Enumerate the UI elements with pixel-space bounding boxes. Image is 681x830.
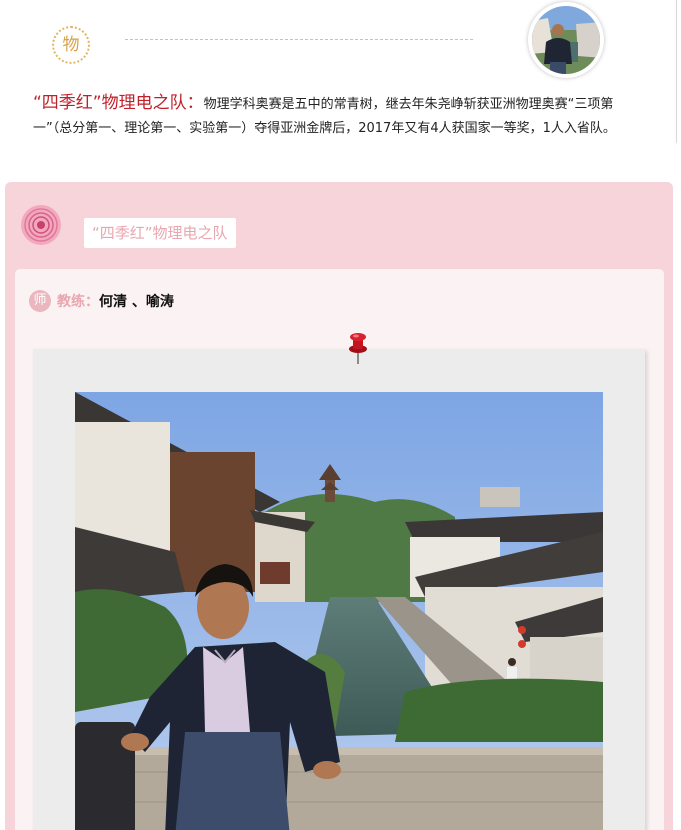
page: 物 “四季红”物理电之队：物理学科奥赛是五中的常青树，继去年朱尧峥斩获亚洲物理奥… [0, 0, 681, 830]
coach-names: 何清 、喻涛 [99, 294, 174, 310]
coach-label: 教练： [57, 294, 99, 310]
dashed-divider [125, 39, 473, 40]
page-edge-line [676, 0, 677, 143]
intro-paragraph: “四季红”物理电之队：物理学科奥赛是五中的常青树，继去年朱尧峥斩获亚洲物理奥赛“… [33, 91, 648, 141]
avatar [528, 2, 604, 78]
push-pin-icon [349, 333, 367, 364]
canal-town-photo [75, 392, 603, 830]
intro-lead: “四季红”物理电之队： [33, 93, 204, 113]
photo-frame [33, 333, 645, 830]
team-content: 师 教练： 何清 、喻涛 [15, 269, 664, 830]
subject-badge-icon: 物 [52, 26, 90, 64]
team-photo [75, 392, 603, 830]
coach-row: 师 教练： 何清 、喻涛 [29, 289, 174, 313]
team-card: “四季红”物理电之队 师 教练： 何清 、喻涛 [5, 182, 673, 830]
coach-badge-icon: 师 [29, 290, 51, 312]
avatar-photo [530, 4, 602, 76]
team-title: “四季红”物理电之队 [84, 218, 236, 248]
rose-icon [21, 205, 61, 245]
